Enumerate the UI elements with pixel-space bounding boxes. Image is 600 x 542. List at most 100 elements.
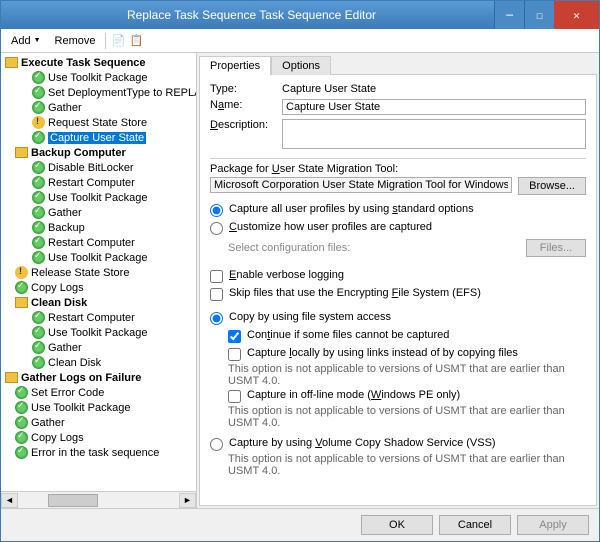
check-local-links-label: Capture locally by using links instead o… (247, 347, 518, 359)
check-continue[interactable] (228, 330, 241, 343)
tab-properties[interactable]: Properties (199, 56, 271, 75)
tree-item-label: Capture User State (48, 132, 146, 144)
tree-item-label: Use Toolkit Package (31, 402, 130, 414)
tabs: Properties Options (199, 55, 597, 74)
tree-item-label: Gather Logs on Failure (21, 372, 141, 384)
tree-item[interactable]: Copy Logs (3, 430, 194, 445)
tree-item[interactable]: Gather (3, 340, 194, 355)
tree-item-label: Gather (48, 342, 82, 354)
package-input[interactable] (210, 177, 512, 193)
body: Execute Task SequenceUse Toolkit Package… (1, 53, 599, 508)
tree-item[interactable]: Use Toolkit Package (3, 190, 194, 205)
tree-item-label: Set DeploymentType to REPLACE (48, 87, 196, 99)
tree-item-label: Execute Task Sequence (21, 57, 146, 69)
tree-item[interactable]: Release State Store (3, 265, 194, 280)
titlebar[interactable]: Replace Task Sequence Task Sequence Edit… (1, 1, 599, 29)
tree-item-label: Use Toolkit Package (48, 252, 147, 264)
tree-item[interactable]: Use Toolkit Package (3, 70, 194, 85)
check-local-links[interactable] (228, 348, 241, 361)
tree-item[interactable]: Restart Computer (3, 310, 194, 325)
scroll-right-icon[interactable]: ► (179, 493, 196, 508)
ok-button[interactable]: OK (361, 515, 433, 535)
check-icon (32, 191, 45, 204)
check-icon (32, 251, 45, 264)
description-input[interactable] (282, 119, 586, 149)
footer: OK Cancel Apply (1, 508, 599, 541)
select-config-label: Select configuration files: (228, 242, 520, 254)
radio-standard[interactable] (210, 204, 223, 217)
tree-root[interactable]: Execute Task Sequence (3, 55, 194, 70)
tree-pane: Execute Task SequenceUse Toolkit Package… (1, 53, 197, 508)
note-vss: This option is not applicable to version… (210, 453, 586, 477)
scroll-left-icon[interactable]: ◄ (1, 493, 18, 508)
note-offline: This option is not applicable to version… (210, 405, 586, 429)
cancel-button[interactable]: Cancel (439, 515, 511, 535)
name-input[interactable] (282, 99, 586, 115)
tree-item[interactable]: Set Error Code (3, 385, 194, 400)
tree-item[interactable]: Gather (3, 100, 194, 115)
check-skip-efs[interactable] (210, 288, 223, 301)
files-button: Files... (526, 239, 586, 257)
tree-item[interactable]: Backup (3, 220, 194, 235)
tree-item[interactable]: Backup Computer (3, 145, 194, 160)
radio-file-system[interactable] (210, 312, 223, 325)
tree-item[interactable]: Capture User State (3, 130, 194, 145)
tree-item[interactable]: Request State Store (3, 115, 194, 130)
check-icon (32, 341, 45, 354)
tree-item[interactable]: Use Toolkit Package (3, 250, 194, 265)
radio-customize-label: Customize how user profiles are captured (229, 221, 432, 233)
tree-item[interactable]: Set DeploymentType to REPLACE (3, 85, 194, 100)
tree-item-label: Backup (48, 222, 85, 234)
radio-customize[interactable] (210, 222, 223, 235)
task-tree[interactable]: Execute Task SequenceUse Toolkit Package… (1, 53, 196, 491)
tree-item-label: Set Error Code (31, 387, 104, 399)
tree-root[interactable]: Gather Logs on Failure (3, 370, 194, 385)
window-title: Replace Task Sequence Task Sequence Edit… (9, 8, 494, 22)
radio-vss[interactable] (210, 438, 223, 451)
tree-item[interactable]: Copy Logs (3, 280, 194, 295)
check-icon (32, 131, 45, 144)
tree-item-label: Error in the task sequence (31, 447, 159, 459)
add-menu[interactable]: Add▼ (5, 33, 47, 49)
maximize-button[interactable]: ☐ (524, 1, 554, 29)
warn-icon (15, 266, 28, 279)
remove-button[interactable]: Remove (49, 33, 102, 49)
apply-button: Apply (517, 515, 589, 535)
tree-item[interactable]: Restart Computer (3, 175, 194, 190)
check-icon (32, 86, 45, 99)
toolbar: Add▼ Remove 📄 📋 (1, 29, 599, 53)
check-verbose[interactable] (210, 270, 223, 283)
right-pane: Properties Options Type: Capture User St… (197, 53, 599, 508)
properties-icon[interactable]: 📋 (128, 33, 144, 49)
close-button[interactable]: ✕ (554, 1, 599, 29)
check-icon (15, 416, 28, 429)
new-icon[interactable]: 📄 (110, 33, 126, 49)
type-label: Type: (210, 83, 276, 95)
scroll-thumb[interactable] (48, 494, 98, 507)
check-skip-efs-label: Skip files that use the Encrypting File … (229, 287, 481, 299)
tree-item-label: Request State Store (48, 117, 147, 129)
tree-item[interactable]: Disable BitLocker (3, 160, 194, 175)
tree-item[interactable]: Use Toolkit Package (3, 400, 194, 415)
scroll-track[interactable] (18, 493, 179, 508)
check-icon (32, 101, 45, 114)
check-offline[interactable] (228, 390, 241, 403)
tab-options[interactable]: Options (271, 56, 331, 75)
folder-icon (5, 371, 18, 384)
tree-item-label: Copy Logs (31, 282, 84, 294)
tree-item[interactable]: Clean Disk (3, 355, 194, 370)
horizontal-scrollbar[interactable]: ◄ ► (1, 491, 196, 508)
folder-icon (15, 146, 28, 159)
check-continue-label: Continue if some files cannot be capture… (247, 329, 449, 341)
check-icon (15, 281, 28, 294)
radio-vss-label: Capture by using Volume Copy Shadow Serv… (229, 437, 496, 449)
tree-item[interactable]: Error in the task sequence (3, 445, 194, 460)
minimize-button[interactable]: ─ (494, 1, 524, 29)
tree-item[interactable]: Use Toolkit Package (3, 325, 194, 340)
check-icon (32, 161, 45, 174)
tree-item[interactable]: Gather (3, 415, 194, 430)
tree-item[interactable]: Restart Computer (3, 235, 194, 250)
tree-item[interactable]: Gather (3, 205, 194, 220)
browse-button[interactable]: Browse... (518, 177, 586, 195)
tree-item[interactable]: Clean Disk (3, 295, 194, 310)
